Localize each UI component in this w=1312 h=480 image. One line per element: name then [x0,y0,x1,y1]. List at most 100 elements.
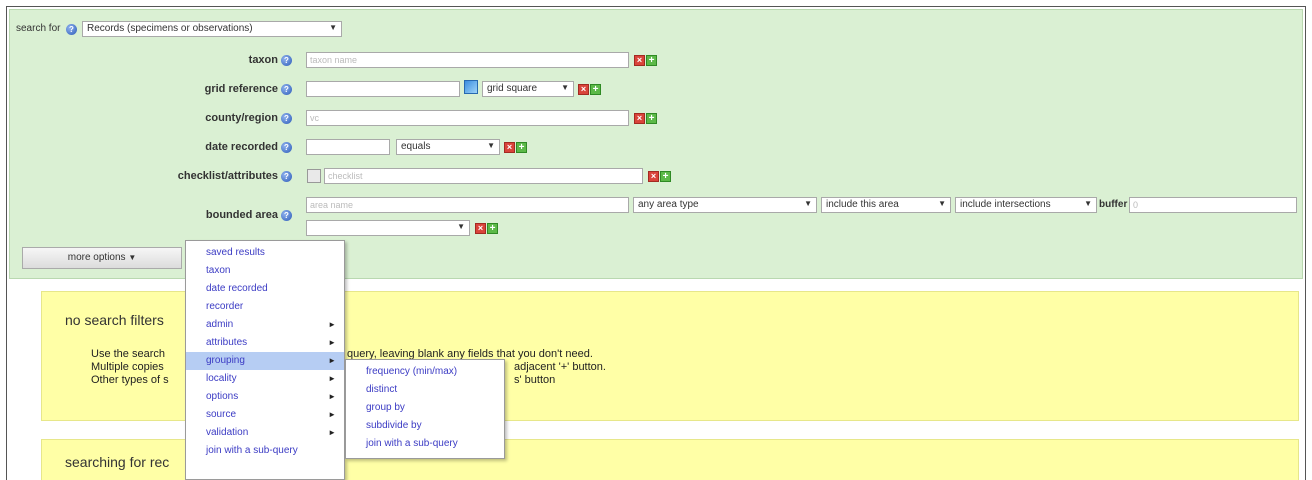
info-title: no search filters [65,312,164,328]
date-operator-value: equals [401,141,431,152]
area-secondary-select[interactable]: ▼ [306,220,470,236]
menu-item-join-sub-query[interactable]: join with a sub-query [186,442,344,460]
remove-county-button[interactable]: × [634,113,645,124]
help-icon[interactable]: ? [281,54,292,66]
add-taxon-button[interactable]: + [646,55,657,66]
menu-item-label: grouping [206,355,245,366]
area-include-select[interactable]: include this area ▼ [821,197,951,213]
date-recorded-input[interactable] [306,139,390,155]
grid-reference-label-text: grid reference [204,83,278,95]
more-options-button[interactable]: more options ▼ [22,247,182,269]
checklist-input[interactable]: checklist [324,168,643,184]
chevron-down-icon: ▼ [938,199,946,208]
add-grid-button[interactable]: + [590,84,601,95]
chevron-down-icon: ▼ [804,199,812,208]
taxon-label-text: taxon [248,54,278,66]
remove-grid-button[interactable]: × [578,84,589,95]
menu-item-date-recorded[interactable]: date recorded [186,280,344,298]
remove-date-button[interactable]: × [504,142,515,153]
menu-item-saved-results[interactable]: saved results [186,244,344,262]
submenu-item-label: join with a sub-query [366,438,458,449]
submenu-item-label: group by [366,402,405,413]
help-icon[interactable]: ? [281,141,292,153]
menu-item-validation[interactable]: validation ► [186,424,344,442]
help-icon[interactable]: ? [281,209,292,221]
menu-item-label: taxon [206,265,231,276]
menu-item-admin[interactable]: admin ► [186,316,344,334]
more-options-label: more options [67,252,126,263]
add-date-button[interactable]: + [516,142,527,153]
submenu-item-group-by[interactable]: group by [346,399,504,417]
menu-item-source[interactable]: source ► [186,406,344,424]
chevron-down-icon: ▼ [561,83,569,92]
menu-item-taxon[interactable]: taxon [186,262,344,280]
checklist-label: checklist/attributes? [178,170,292,182]
menu-item-label: options [206,391,239,402]
menu-item-options[interactable]: options ► [186,388,344,406]
submenu-item-subdivide-by[interactable]: subdivide by [346,417,504,435]
grid-reference-input[interactable] [306,81,460,97]
date-recorded-label: date recorded? [205,141,292,153]
submenu-arrow-icon: ► [328,392,336,401]
submenu-arrow-icon: ► [328,356,336,365]
remove-area-button[interactable]: × [475,223,486,234]
search-for-select[interactable]: Records (specimens or observations) ▼ [82,21,342,37]
date-recorded-label-text: date recorded [205,141,278,153]
area-type-select[interactable]: any area type ▼ [633,197,817,213]
bounded-area-label: bounded area? [206,209,292,221]
area-type-value: any area type [638,199,699,210]
search-for-value: Records (specimens or observations) [87,23,253,34]
help-icon[interactable]: ? [281,83,292,95]
chevron-down-icon: ▼ [487,141,495,150]
grid-type-select[interactable]: grid square ▼ [482,81,574,97]
menu-item-recorder[interactable]: recorder [186,298,344,316]
help-icon[interactable]: ? [66,24,77,35]
chevron-down-icon: ▼ [329,23,337,32]
more-options-menu: saved results taxon date recorded record… [185,240,345,480]
help-icon[interactable]: ? [281,112,292,124]
submenu-item-label: distinct [366,384,398,395]
date-operator-select[interactable]: equals ▼ [396,139,500,155]
submenu-arrow-icon: ► [328,338,336,347]
submenu-item-label: subdivide by [366,420,422,431]
taxon-input[interactable]: taxon name [306,52,629,68]
submenu-item-distinct[interactable]: distinct [346,381,504,399]
checklist-label-text: checklist/attributes [177,170,278,182]
area-name-input[interactable]: area name [306,197,629,213]
menu-item-grouping[interactable]: grouping ► [186,352,344,370]
menu-item-attributes[interactable]: attributes ► [186,334,344,352]
menu-item-label: date recorded [206,283,268,294]
grid-type-value: grid square [487,83,538,94]
add-checklist-button[interactable]: + [660,171,671,182]
grid-reference-label: grid reference? [205,83,292,95]
grouping-submenu: frequency (min/max) distinct group by su… [345,359,505,459]
submenu-arrow-icon: ► [328,374,336,383]
info-line3-start: Other types of s [91,374,169,386]
search-for-label: search for [16,23,61,34]
county-region-input[interactable]: vc [306,110,629,126]
checklist-picker-button[interactable] [307,169,321,183]
area-include-value: include this area [826,199,899,210]
add-county-button[interactable]: + [646,113,657,124]
submenu-item-label: frequency (min/max) [366,366,458,377]
map-picker-icon[interactable] [464,80,478,94]
intersections-select[interactable]: include intersections ▼ [955,197,1097,213]
submenu-item-join-sub-query[interactable]: join with a sub-query [346,435,504,453]
buffer-label: buffer [1099,199,1128,210]
remove-taxon-button[interactable]: × [634,55,645,66]
menu-item-locality[interactable]: locality ► [186,370,344,388]
remove-checklist-button[interactable]: × [648,171,659,182]
help-icon[interactable]: ? [281,170,292,182]
query-panel: search for ? Records (specimens or obser… [9,9,1303,279]
menu-item-label: source [206,409,237,420]
info-line1-start: Use the search [91,348,165,360]
submenu-item-frequency[interactable]: frequency (min/max) [346,363,504,381]
buffer-input[interactable]: 0 [1129,197,1297,213]
menu-item-label: attributes [206,337,248,348]
info-line2-start: Multiple copies [91,361,164,373]
submenu-arrow-icon: ► [328,410,336,419]
add-area-button[interactable]: + [487,223,498,234]
info-line2-end: adjacent '+' button. [514,361,606,373]
info-line3-end: s' button [514,374,556,386]
menu-item-label: validation [206,427,249,438]
